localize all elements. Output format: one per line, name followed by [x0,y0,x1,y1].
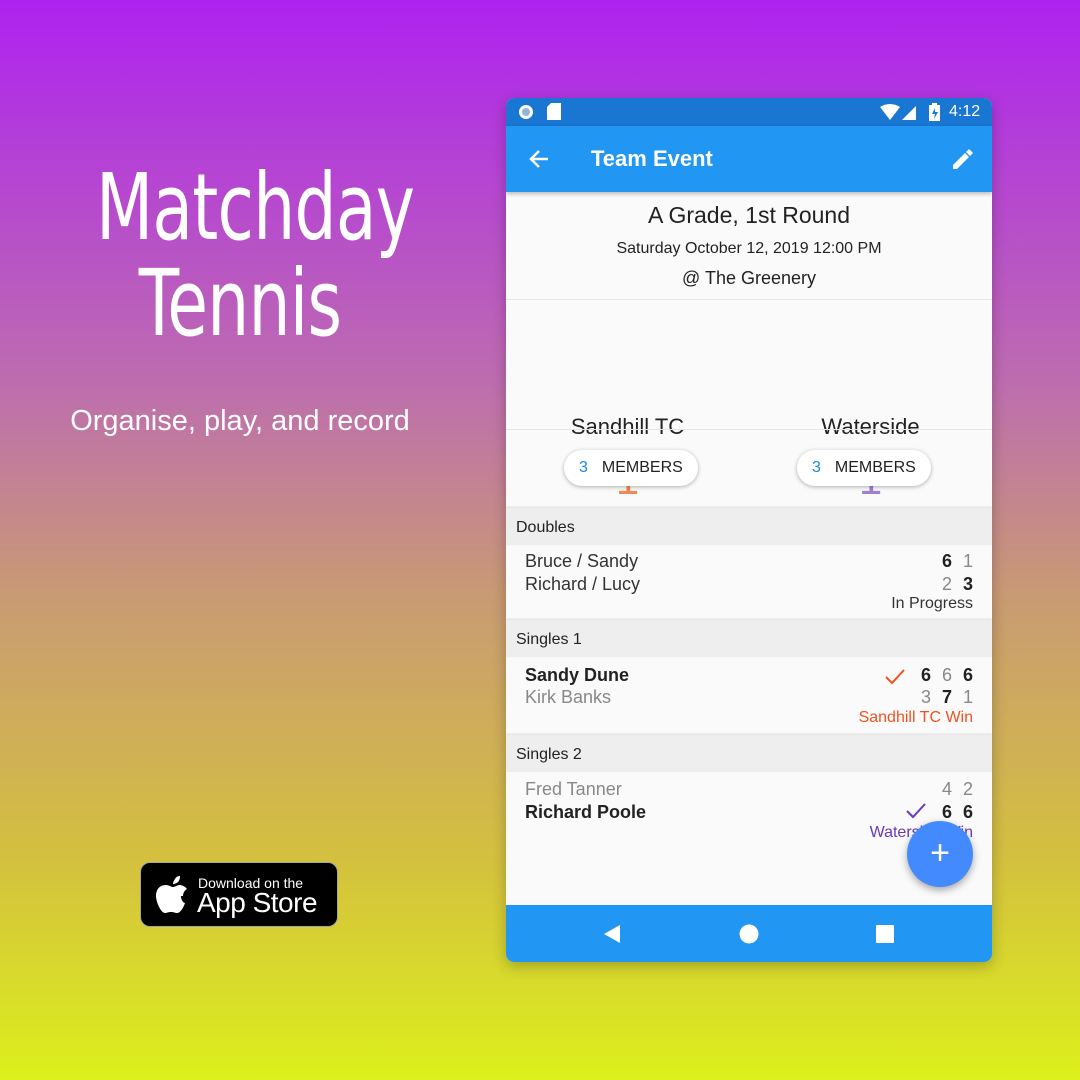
app-store-badge[interactable]: Download on the App Store [140,862,338,927]
set-scores-2: 23 [931,574,973,595]
set-score: 6 [920,665,931,685]
team-name: Sandhill TC [570,414,685,439]
set-score: 6 [941,551,952,571]
player-2: Kirk Banks [525,687,612,707]
set-scores-1: 42 [931,779,973,800]
status-bar: 4:12 [506,98,992,126]
arrow-left-icon[interactable] [528,148,550,170]
divider [506,429,992,430]
set-score: 6 [941,665,952,685]
winner-check-icon [885,669,905,685]
set-score: 6 [941,802,952,822]
team-name: Waterside [821,414,920,439]
match-status: In Progress [891,595,973,612]
app-bar: Team Event [506,126,992,192]
set-score: 6 [962,802,973,822]
members-label: MEMBERS [601,459,683,476]
add-match-fab[interactable]: + [907,821,973,887]
set-scores-1: 61 [931,551,973,572]
system-nav-bar [506,905,992,962]
player-1: Fred Tanner [525,779,622,799]
recents-square-icon[interactable] [876,925,894,943]
home-members-button[interactable]: 3 MEMBERS [564,450,698,486]
back-triangle-icon[interactable] [603,924,621,944]
set-score: 7 [941,687,952,707]
store-line-2: App Store [197,887,318,918]
sd-card-icon [547,103,561,120]
section-header-singles-2: Singles 2 [506,735,992,772]
screen-title: Team Event [591,146,713,171]
set-score: 6 [962,665,973,685]
set-score: 2 [962,779,973,799]
battery-icon [929,103,940,121]
members-count: 3 [579,459,588,476]
title-line-2: Tennis [138,250,342,357]
player-2: Richard Poole [525,802,647,822]
app-title: Matchday Tennis [96,154,415,357]
members-label: MEMBERS [834,459,916,476]
members-count: 3 [812,459,821,476]
player-2: Richard / Lucy [525,574,641,594]
pencil-icon[interactable] [951,147,975,171]
winner-check-icon [906,803,926,819]
match-status: Sandhill TC Win [858,709,973,726]
app-subtitle: Organise, play, and record [70,405,410,437]
set-score: 4 [941,779,952,799]
set-score: 2 [941,574,952,594]
title-line-1: Matchday [96,154,415,261]
set-score: 3 [920,687,931,707]
away-members-button[interactable]: 3 MEMBERS [797,450,931,486]
set-score: 1 [962,551,973,571]
set-score: 3 [962,574,973,594]
player-1: Sandy Dune [525,665,630,685]
phone-screen: 4:12 Team Event A Grade, 1st Round Satur… [506,98,992,962]
wifi-signal-icon [880,104,916,120]
circle-notification-icon [519,105,533,119]
player-1: Bruce / Sandy [525,551,639,571]
match-row[interactable]: Sandy Dune Kirk Banks 666 371 Sandhill T… [506,657,992,733]
home-circle-icon[interactable] [739,924,759,944]
set-scores-2: 66 [931,802,973,823]
section-header-singles-1: Singles 1 [506,620,992,657]
set-scores-1: 666 [910,665,973,686]
match-row[interactable]: Bruce / Sandy Richard / Lucy 61 23 In Pr… [506,545,992,618]
set-score: 1 [962,687,973,707]
apple-logo-icon [156,876,187,913]
clock: 4:12 [949,103,981,120]
set-scores-2: 371 [910,687,973,708]
section-header-doubles: Doubles [506,508,992,545]
